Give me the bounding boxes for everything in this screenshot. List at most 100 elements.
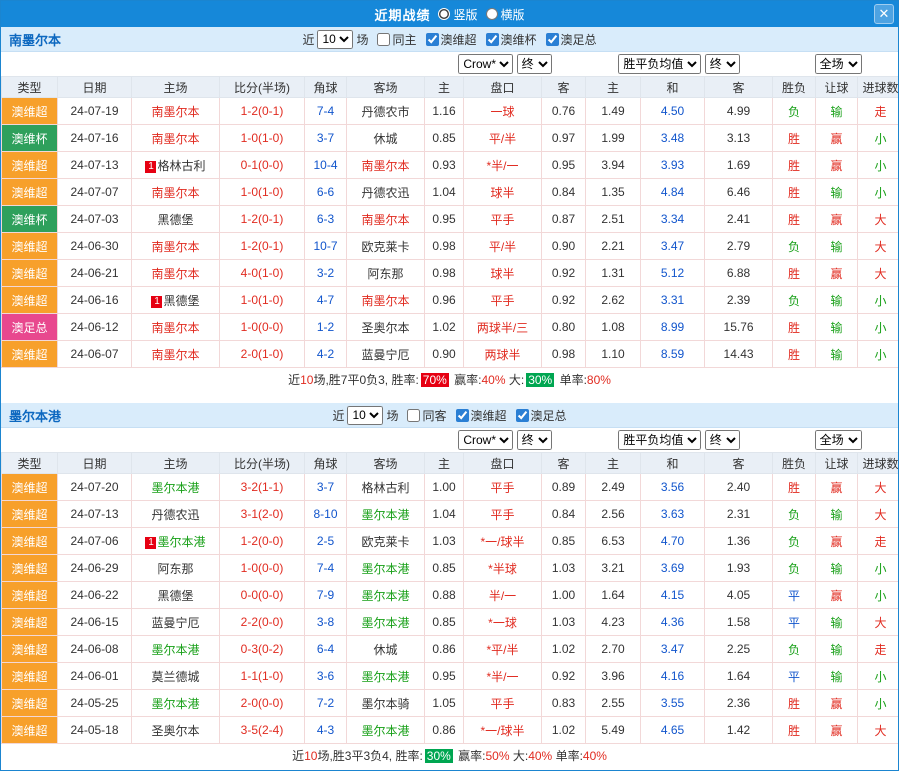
- checkbox[interactable]: [486, 33, 499, 46]
- goals-result-cell: 小: [858, 341, 899, 368]
- filter-checkbox-澳足总[interactable]: 澳足总: [540, 31, 597, 48]
- away-team-cell: 墨尔本港: [347, 501, 425, 528]
- handicap-result-cell: 输: [816, 501, 858, 528]
- team-text: 丹德农市: [361, 105, 409, 119]
- section-bar: 南墨尔本 近10场同主澳维超澳维杯澳足总: [1, 27, 898, 52]
- home-odds-cell: 1.02: [425, 314, 464, 341]
- goals-result-cell: 小: [858, 582, 899, 609]
- summary-segment: 30%: [425, 749, 453, 763]
- checkbox[interactable]: [546, 33, 559, 46]
- result-cell: 负: [773, 98, 816, 125]
- recent-label: 近: [302, 31, 314, 48]
- checkbox[interactable]: [377, 33, 390, 46]
- home-odds-cell: 0.95: [425, 206, 464, 233]
- home-team-cell: 南墨尔本: [132, 125, 220, 152]
- away-team-cell: 休城: [347, 125, 425, 152]
- filter-checkbox-澳维超[interactable]: 澳维超: [450, 407, 507, 424]
- match-row: 澳维超24-07-07南墨尔本1-0(1-0)6-6丹德农迅1.04球半0.84…: [2, 179, 899, 206]
- away-team-cell: 墨尔本港: [347, 663, 425, 690]
- avg-away-cell: 6.46: [705, 179, 773, 206]
- filter-checkbox-同客[interactable]: 同客: [401, 407, 446, 424]
- team-text: 南墨尔本: [151, 321, 199, 335]
- odds-state-select[interactable]: 终: [517, 430, 552, 450]
- handicap-result-cell: 赢: [816, 152, 858, 179]
- layout-vertical-option[interactable]: 竖版: [438, 6, 477, 23]
- horizontal-label: 横版: [501, 6, 525, 23]
- score-cell: 0-3(0-2): [220, 636, 305, 663]
- away-odds-cell: 0.98: [542, 341, 586, 368]
- handicap-result-cell: 赢: [816, 528, 858, 555]
- close-icon[interactable]: ✕: [874, 4, 894, 24]
- bookmaker-select[interactable]: Crow*: [458, 430, 513, 450]
- avg-state-select[interactable]: 终: [705, 430, 740, 450]
- team-text: 墨尔本港: [157, 535, 205, 549]
- result-cell: 负: [773, 528, 816, 555]
- date-cell: 24-06-22: [58, 582, 132, 609]
- home-team-cell: 黑德堡: [132, 206, 220, 233]
- home-team-cell: 南墨尔本: [132, 260, 220, 287]
- result-cell: 平: [773, 663, 816, 690]
- home-team-cell: 1格林古利: [132, 152, 220, 179]
- checkbox[interactable]: [407, 409, 420, 422]
- away-odds-cell: 0.87: [542, 206, 586, 233]
- col-avg-draw: 和: [641, 453, 705, 474]
- corners-cell: 7-4: [305, 555, 347, 582]
- score-cell: 0-1(0-0): [220, 152, 305, 179]
- checkbox-label: 澳足总: [531, 407, 567, 424]
- avg-away-cell: 2.40: [705, 474, 773, 501]
- home-odds-cell: 0.85: [425, 125, 464, 152]
- match-row: 澳维超24-07-19南墨尔本1-2(0-1)7-4丹德农市1.16一球0.76…: [2, 98, 899, 125]
- col-goals-result: 进球数: [858, 453, 899, 474]
- result-cell: 胜: [773, 206, 816, 233]
- avg-type-select[interactable]: 胜平负均值: [618, 54, 701, 74]
- league-cell: 澳维超: [2, 690, 58, 717]
- filter-checkbox-澳维杯[interactable]: 澳维杯: [480, 31, 537, 48]
- avg-home-cell: 3.94: [586, 152, 641, 179]
- team-text: 墨尔本骑: [361, 697, 409, 711]
- bookmaker-select[interactable]: Crow*: [458, 54, 513, 74]
- results-table: Crow* 终 胜平负均值 终 全场 类型 日期 主场 比分(半场): [1, 52, 899, 368]
- filter-checkbox-澳维超[interactable]: 澳维超: [420, 31, 477, 48]
- avg-away-cell: 15.76: [705, 314, 773, 341]
- checkbox[interactable]: [516, 409, 529, 422]
- avg-state-select[interactable]: 终: [705, 54, 740, 74]
- recent-count-select[interactable]: 10: [317, 30, 353, 49]
- checkbox[interactable]: [426, 33, 439, 46]
- layout-horizontal-option[interactable]: 横版: [486, 6, 525, 23]
- team-text: 蓝曼宁厄: [361, 348, 409, 362]
- horizontal-radio[interactable]: [486, 8, 498, 20]
- handicap-result-cell: 赢: [816, 474, 858, 501]
- date-cell: 24-07-20: [58, 474, 132, 501]
- col-result: 胜负: [773, 453, 816, 474]
- match-row: 澳维超24-07-20墨尔本港3-2(1-1)3-7格林古利1.00平手0.89…: [2, 474, 899, 501]
- avg-draw-cell: 3.55: [641, 690, 705, 717]
- team-text: 休城: [373, 643, 397, 657]
- avg-away-cell: 2.36: [705, 690, 773, 717]
- recent-results-panel: 近期战绩 竖版 横版 ✕ 南墨尔本 近10场同主澳维超澳维杯澳足总: [0, 0, 899, 771]
- filter-checkbox-同主[interactable]: 同主: [371, 31, 416, 48]
- avg-draw-cell: 3.47: [641, 233, 705, 260]
- results-body: 澳维超24-07-19南墨尔本1-2(0-1)7-4丹德农市1.16一球0.76…: [2, 98, 899, 368]
- team-text: 墨尔本港: [361, 724, 409, 738]
- league-cell: 澳维杯: [2, 206, 58, 233]
- away-team-cell: 墨尔本骑: [347, 690, 425, 717]
- team-text: 丹德农迅: [151, 508, 199, 522]
- home-team-cell: 南墨尔本: [132, 179, 220, 206]
- checkbox-label: 澳维超: [471, 407, 507, 424]
- goals-result-cell: 小: [858, 690, 899, 717]
- odds-state-select[interactable]: 终: [517, 54, 552, 74]
- games-label: 场: [386, 407, 398, 424]
- handicap-result-cell: 赢: [816, 582, 858, 609]
- filter-checkbox-澳足总[interactable]: 澳足总: [510, 407, 567, 424]
- handicap-result-cell: 输: [816, 179, 858, 206]
- avg-type-select[interactable]: 胜平负均值: [618, 430, 701, 450]
- scope-select[interactable]: 全场: [815, 430, 862, 450]
- scope-select[interactable]: 全场: [815, 54, 862, 74]
- recent-count-select[interactable]: 10: [347, 406, 383, 425]
- team-text: 墨尔本港: [361, 508, 409, 522]
- away-odds-cell: 0.84: [542, 501, 586, 528]
- col-handicap: 盘口: [464, 77, 542, 98]
- vertical-radio[interactable]: [438, 8, 450, 20]
- checkbox[interactable]: [456, 409, 469, 422]
- match-row: 澳维超24-06-15蓝曼宁厄2-2(0-0)3-8墨尔本港0.85*一球1.0…: [2, 609, 899, 636]
